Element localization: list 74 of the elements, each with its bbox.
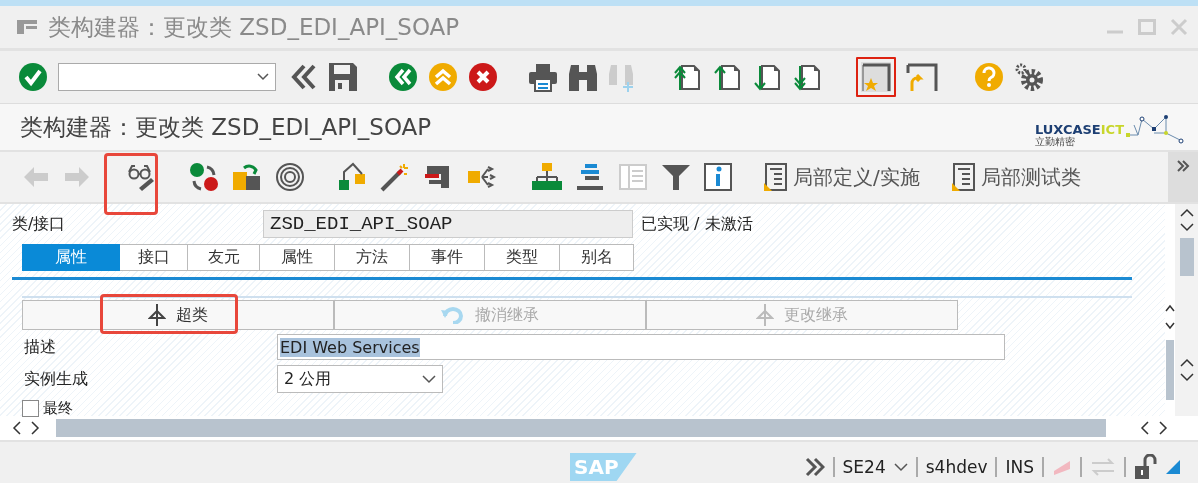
scroll-up-icon[interactable] (1179, 358, 1194, 367)
filter-icon[interactable] (661, 162, 691, 192)
field-label: 描述 (23, 336, 57, 358)
scrollbar-thumb[interactable] (1179, 238, 1194, 276)
back-icon[interactable] (388, 62, 418, 92)
printer-icon[interactable] (528, 62, 558, 92)
magic-wand-icon[interactable] (380, 162, 410, 192)
transaction-code[interactable]: SE24 (842, 457, 886, 477)
final-checkbox[interactable]: 最终 (22, 398, 1132, 418)
tab[interactable]: 属性 (22, 244, 120, 271)
check-icon[interactable] (18, 62, 48, 92)
settings-icon[interactable] (1014, 62, 1044, 92)
scroll-down-icon[interactable] (1179, 223, 1194, 232)
tab[interactable]: 别名 (560, 244, 634, 271)
document-lines-icon (950, 163, 975, 191)
scroll-right-icon[interactable] (30, 421, 40, 435)
logo-tagline: 立勤精密 (1034, 137, 1075, 147)
system-name: s4hdev (925, 457, 988, 477)
scroll-left-icon[interactable] (12, 421, 22, 435)
glasses-pencil-icon[interactable] (127, 163, 155, 191)
network-nodes-icon (1124, 115, 1184, 147)
class-name-field[interactable]: ZSD_EDI_API_SOAP (263, 210, 633, 238)
resize-corner-icon[interactable] (1166, 460, 1180, 474)
document-lines-icon (763, 163, 787, 191)
cancel-icon[interactable] (468, 62, 498, 92)
window-title: 类构建器：更改类 ZSD_EDI_API_SOAP (48, 12, 461, 42)
squares-arrow-icon[interactable] (232, 162, 262, 192)
field-label: 类/接口 (12, 213, 67, 235)
highlight-frame (104, 153, 158, 215)
inheritance-icon (148, 303, 166, 327)
brand-logo: SAP (570, 453, 637, 481)
unlocked-padlock-icon[interactable] (1134, 454, 1158, 480)
window-shortcut-icon[interactable] (906, 61, 938, 93)
scroll-up-icon[interactable] (1165, 304, 1175, 312)
scroll-right-icon[interactable] (1158, 421, 1168, 435)
field-label: 实例生成 (23, 368, 89, 390)
toolbar-button[interactable]: 局部定义/实施 (763, 163, 920, 191)
double-chevron-right-icon (1176, 160, 1190, 172)
undo-icon (441, 306, 465, 324)
horizontal-scrollbar[interactable] (56, 419, 1106, 437)
scroll-left-icon[interactable] (1140, 421, 1150, 435)
hierarchy-squares-icon[interactable] (337, 162, 367, 192)
insert-mode[interactable]: INS (1005, 457, 1034, 477)
chevron-down-icon[interactable] (893, 462, 908, 472)
inheritance-icon (756, 303, 774, 327)
scrollbar-thumb[interactable] (1166, 340, 1174, 400)
chevron-down-icon (422, 374, 436, 384)
circles-swap-icon[interactable] (189, 162, 219, 192)
double-chevron-left-icon[interactable] (290, 63, 318, 91)
tab[interactable]: 方法 (335, 244, 410, 271)
screen-title: 类构建器：更改类 ZSD_EDI_API_SOAP (20, 112, 433, 142)
tab[interactable]: 属性 (260, 244, 335, 271)
binoculars-icon[interactable] (568, 62, 598, 92)
toolbar-button[interactable]: 局部测试类 (950, 163, 1081, 191)
command-field[interactable] (58, 63, 276, 91)
tab[interactable]: 类型 (485, 244, 560, 271)
inheritance-button[interactable]: 超类 (22, 300, 334, 330)
info-icon[interactable] (704, 163, 732, 191)
more-button[interactable] (1168, 152, 1198, 202)
double-chevron-right-icon[interactable] (804, 457, 825, 477)
stacked-bars-icon[interactable] (575, 162, 605, 192)
org-chart-icon[interactable] (532, 162, 562, 192)
tab[interactable]: 事件 (410, 244, 485, 271)
description-field[interactable]: EDI Web Services (277, 334, 1005, 360)
tab[interactable]: 友元 (188, 244, 260, 271)
logo-wordmark: LUXCASEICT (1034, 122, 1124, 137)
save-icon[interactable] (328, 62, 358, 92)
status-text: 已实现 / 未激活 (641, 213, 753, 235)
chevron-down-icon (257, 73, 269, 81)
scroll-down-icon[interactable] (1179, 373, 1194, 382)
scroll-down-icon[interactable] (1165, 322, 1175, 330)
scroll-up-icon[interactable] (1179, 208, 1194, 217)
instantiation-dropdown[interactable]: 2 公用 (277, 365, 443, 393)
tab[interactable]: 接口 (120, 244, 188, 271)
